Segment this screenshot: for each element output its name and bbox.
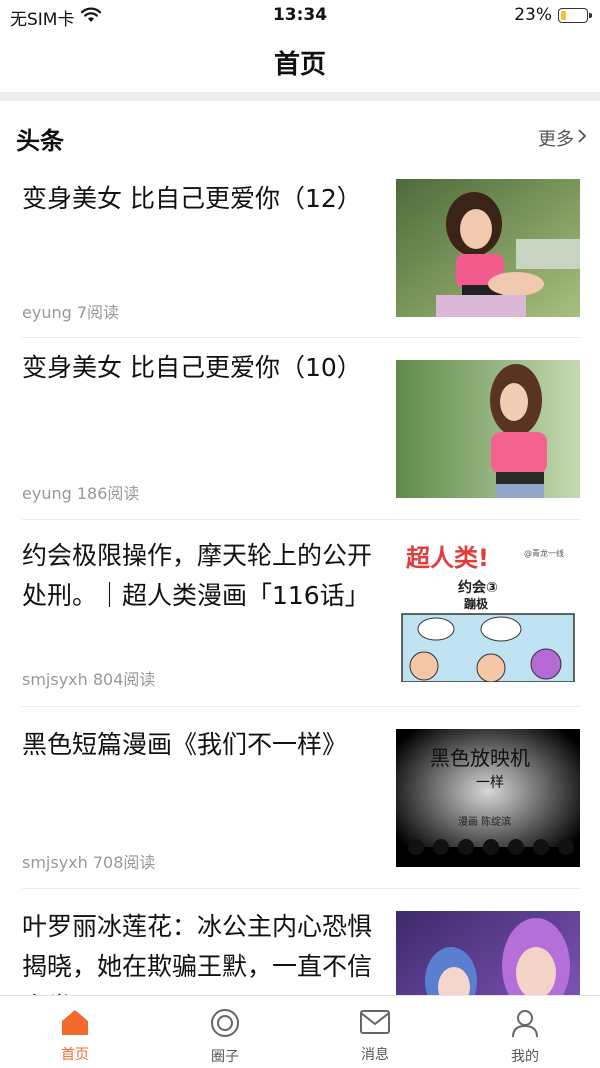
article-feed[interactable]: 变身美女 比自己更爱你（12） eyung 7阅读 变身美女 比自己更爱你（10… (0, 169, 600, 995)
status-bar: 无SIM卡 13:34 23% (0, 0, 600, 32)
article-author: smjsyxh (22, 670, 88, 689)
tab-profile[interactable]: 我的 (450, 996, 600, 1068)
article-thumbnail (396, 179, 580, 317)
article-reads: 708阅读 (92, 853, 156, 872)
article-reads: 804阅读 (92, 670, 156, 689)
more-link[interactable]: 更多 (538, 125, 588, 151)
article-author: smjsyxh (22, 853, 88, 872)
article-thumbnail (396, 360, 580, 498)
tab-bar: 首页 圈子 消息 我的 (0, 995, 600, 1068)
dark-sub: 一样 (476, 775, 504, 791)
message-icon (359, 1008, 391, 1040)
dark-title: 黑色放映机 (430, 746, 530, 770)
article-meta: smjsyxh 708阅读 (22, 849, 155, 873)
tab-label: 我的 (511, 1049, 539, 1065)
article-title: 变身美女 比自己更爱你（12） (22, 184, 362, 213)
profile-icon (510, 1008, 540, 1042)
comic-sub: 约会③ (458, 579, 498, 596)
article-meta: eyung 186阅读 (22, 480, 139, 504)
nav-bar: 首页 (0, 32, 600, 92)
section-header: 头条 更多 (0, 101, 600, 169)
article-item[interactable]: 约会极限操作，摩天轮上的公开处刑。｜超人类漫画「116话」 smjsyxh 80… (22, 520, 580, 707)
article-thumbnail: 黑色放映机 一样 漫画 陈绽滨 (396, 729, 580, 867)
page-title: 首页 (273, 50, 326, 80)
dark-credit: 漫画 陈绽滨 (458, 815, 511, 828)
battery-percent: 23% (514, 5, 552, 25)
tab-label: 首页 (61, 1047, 89, 1063)
article-reads: 7阅读 (76, 303, 120, 322)
article-author: eyung (22, 484, 72, 503)
section-title: 头条 (16, 127, 64, 155)
status-time: 13:34 (272, 5, 328, 25)
article-item[interactable]: 叶罗丽冰莲花：冰公主内心恐惧揭晓，她在欺骗王默，一直不信人类 (22, 889, 580, 995)
article-title: 叶罗丽冰莲花：冰公主内心恐惧揭晓，她在欺骗王默，一直不信人类 (22, 912, 373, 995)
article-title: 变身美女 比自己更爱你（10） (22, 353, 362, 382)
article-item[interactable]: 变身美女 比自己更爱你（10） eyung 186阅读 (22, 338, 580, 520)
article-item[interactable]: 变身美女 比自己更爱你（12） eyung 7阅读 (22, 169, 580, 338)
article-meta: eyung 7阅读 (22, 299, 119, 323)
article-title: 约会极限操作，摩天轮上的公开处刑。｜超人类漫画「116话」 (22, 541, 373, 610)
article-meta: smjsyxh 804阅读 (22, 666, 155, 690)
status-right: 23% (514, 5, 592, 25)
tab-circle[interactable]: 圈子 (150, 996, 300, 1068)
article-title: 黑色短篇漫画《我们不一样》 (22, 730, 348, 759)
tab-home[interactable]: 首页 (0, 996, 150, 1068)
article-author: eyung (22, 303, 72, 322)
tab-label: 消息 (361, 1047, 389, 1063)
tab-messages[interactable]: 消息 (300, 996, 450, 1068)
article-item[interactable]: 黑色短篇漫画《我们不一样》 smjsyxh 708阅读 黑色放映机 一样 漫画 … (22, 707, 580, 889)
circle-icon (210, 1008, 240, 1042)
battery-fill (561, 10, 566, 20)
article-thumbnail (396, 911, 580, 995)
home-icon (60, 1008, 90, 1040)
article-reads: 186阅读 (76, 484, 140, 503)
battery-cap (589, 12, 592, 18)
battery-icon (558, 7, 592, 23)
comic-sub2: 蹦极 (464, 596, 489, 611)
divider-band (0, 92, 600, 101)
more-label: 更多 (538, 129, 574, 150)
comic-title: 超人类! (406, 544, 489, 572)
comic-corner: @青龙一线 (524, 548, 564, 558)
chevron-right-icon (576, 128, 588, 149)
article-thumbnail: 超人类! @青龙一线 约会③ 蹦极 (396, 544, 580, 682)
tab-label: 圈子 (211, 1049, 239, 1065)
